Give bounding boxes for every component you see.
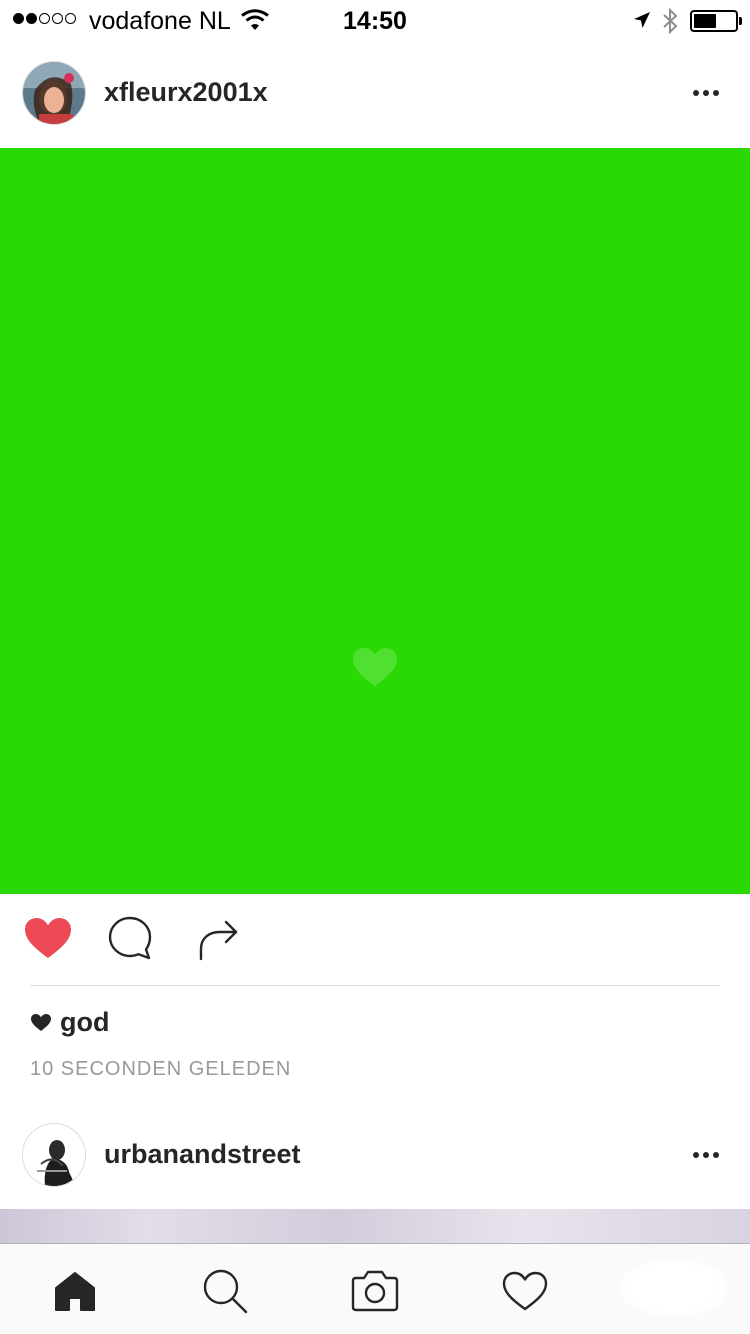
tab-home[interactable]	[48, 1264, 102, 1318]
tab-profile[interactable]	[618, 1258, 730, 1318]
battery-icon	[690, 10, 738, 32]
likes-row[interactable]: god	[30, 1005, 109, 1039]
tab-activity[interactable]	[498, 1264, 552, 1318]
liked-by-username[interactable]: god	[60, 1007, 109, 1038]
more-options-icon[interactable]	[688, 83, 724, 103]
post-timestamp: 10 SECONDEN GELEDEN	[30, 1058, 292, 1080]
tab-camera[interactable]	[348, 1264, 402, 1318]
bluetooth-icon	[663, 7, 678, 35]
post-header: xfleurx2001x	[0, 59, 750, 129]
post-username[interactable]: xfleurx2001x	[104, 77, 268, 108]
battery-tip	[739, 17, 742, 25]
share-arrow-icon	[199, 920, 238, 961]
home-icon	[55, 1272, 95, 1311]
post-image[interactable]	[0, 1209, 750, 1245]
share-button[interactable]	[188, 910, 244, 966]
tab-bar	[0, 1243, 750, 1334]
activity-heart-icon	[502, 1271, 548, 1311]
post-image[interactable]	[0, 148, 750, 894]
divider	[30, 985, 720, 986]
post-username[interactable]: urbanandstreet	[104, 1139, 301, 1170]
search-icon	[203, 1269, 248, 1314]
tab-search[interactable]	[198, 1264, 252, 1318]
post-actions	[0, 910, 750, 970]
comment-icon	[108, 916, 152, 960]
camera-icon	[351, 1270, 399, 1312]
avatar[interactable]	[22, 61, 86, 125]
heart-small-icon	[31, 1013, 51, 1031]
status-bar: vodafone NL 14:50	[0, 0, 750, 40]
comment-button[interactable]	[102, 910, 158, 966]
like-button[interactable]	[20, 910, 76, 966]
avatar[interactable]	[22, 1123, 86, 1187]
location-arrow-icon	[634, 12, 650, 28]
heart-filled-icon	[25, 918, 71, 958]
more-options-icon[interactable]	[688, 1145, 724, 1165]
post-header: urbanandstreet	[0, 1121, 750, 1191]
double-tap-heart-icon	[353, 648, 397, 686]
